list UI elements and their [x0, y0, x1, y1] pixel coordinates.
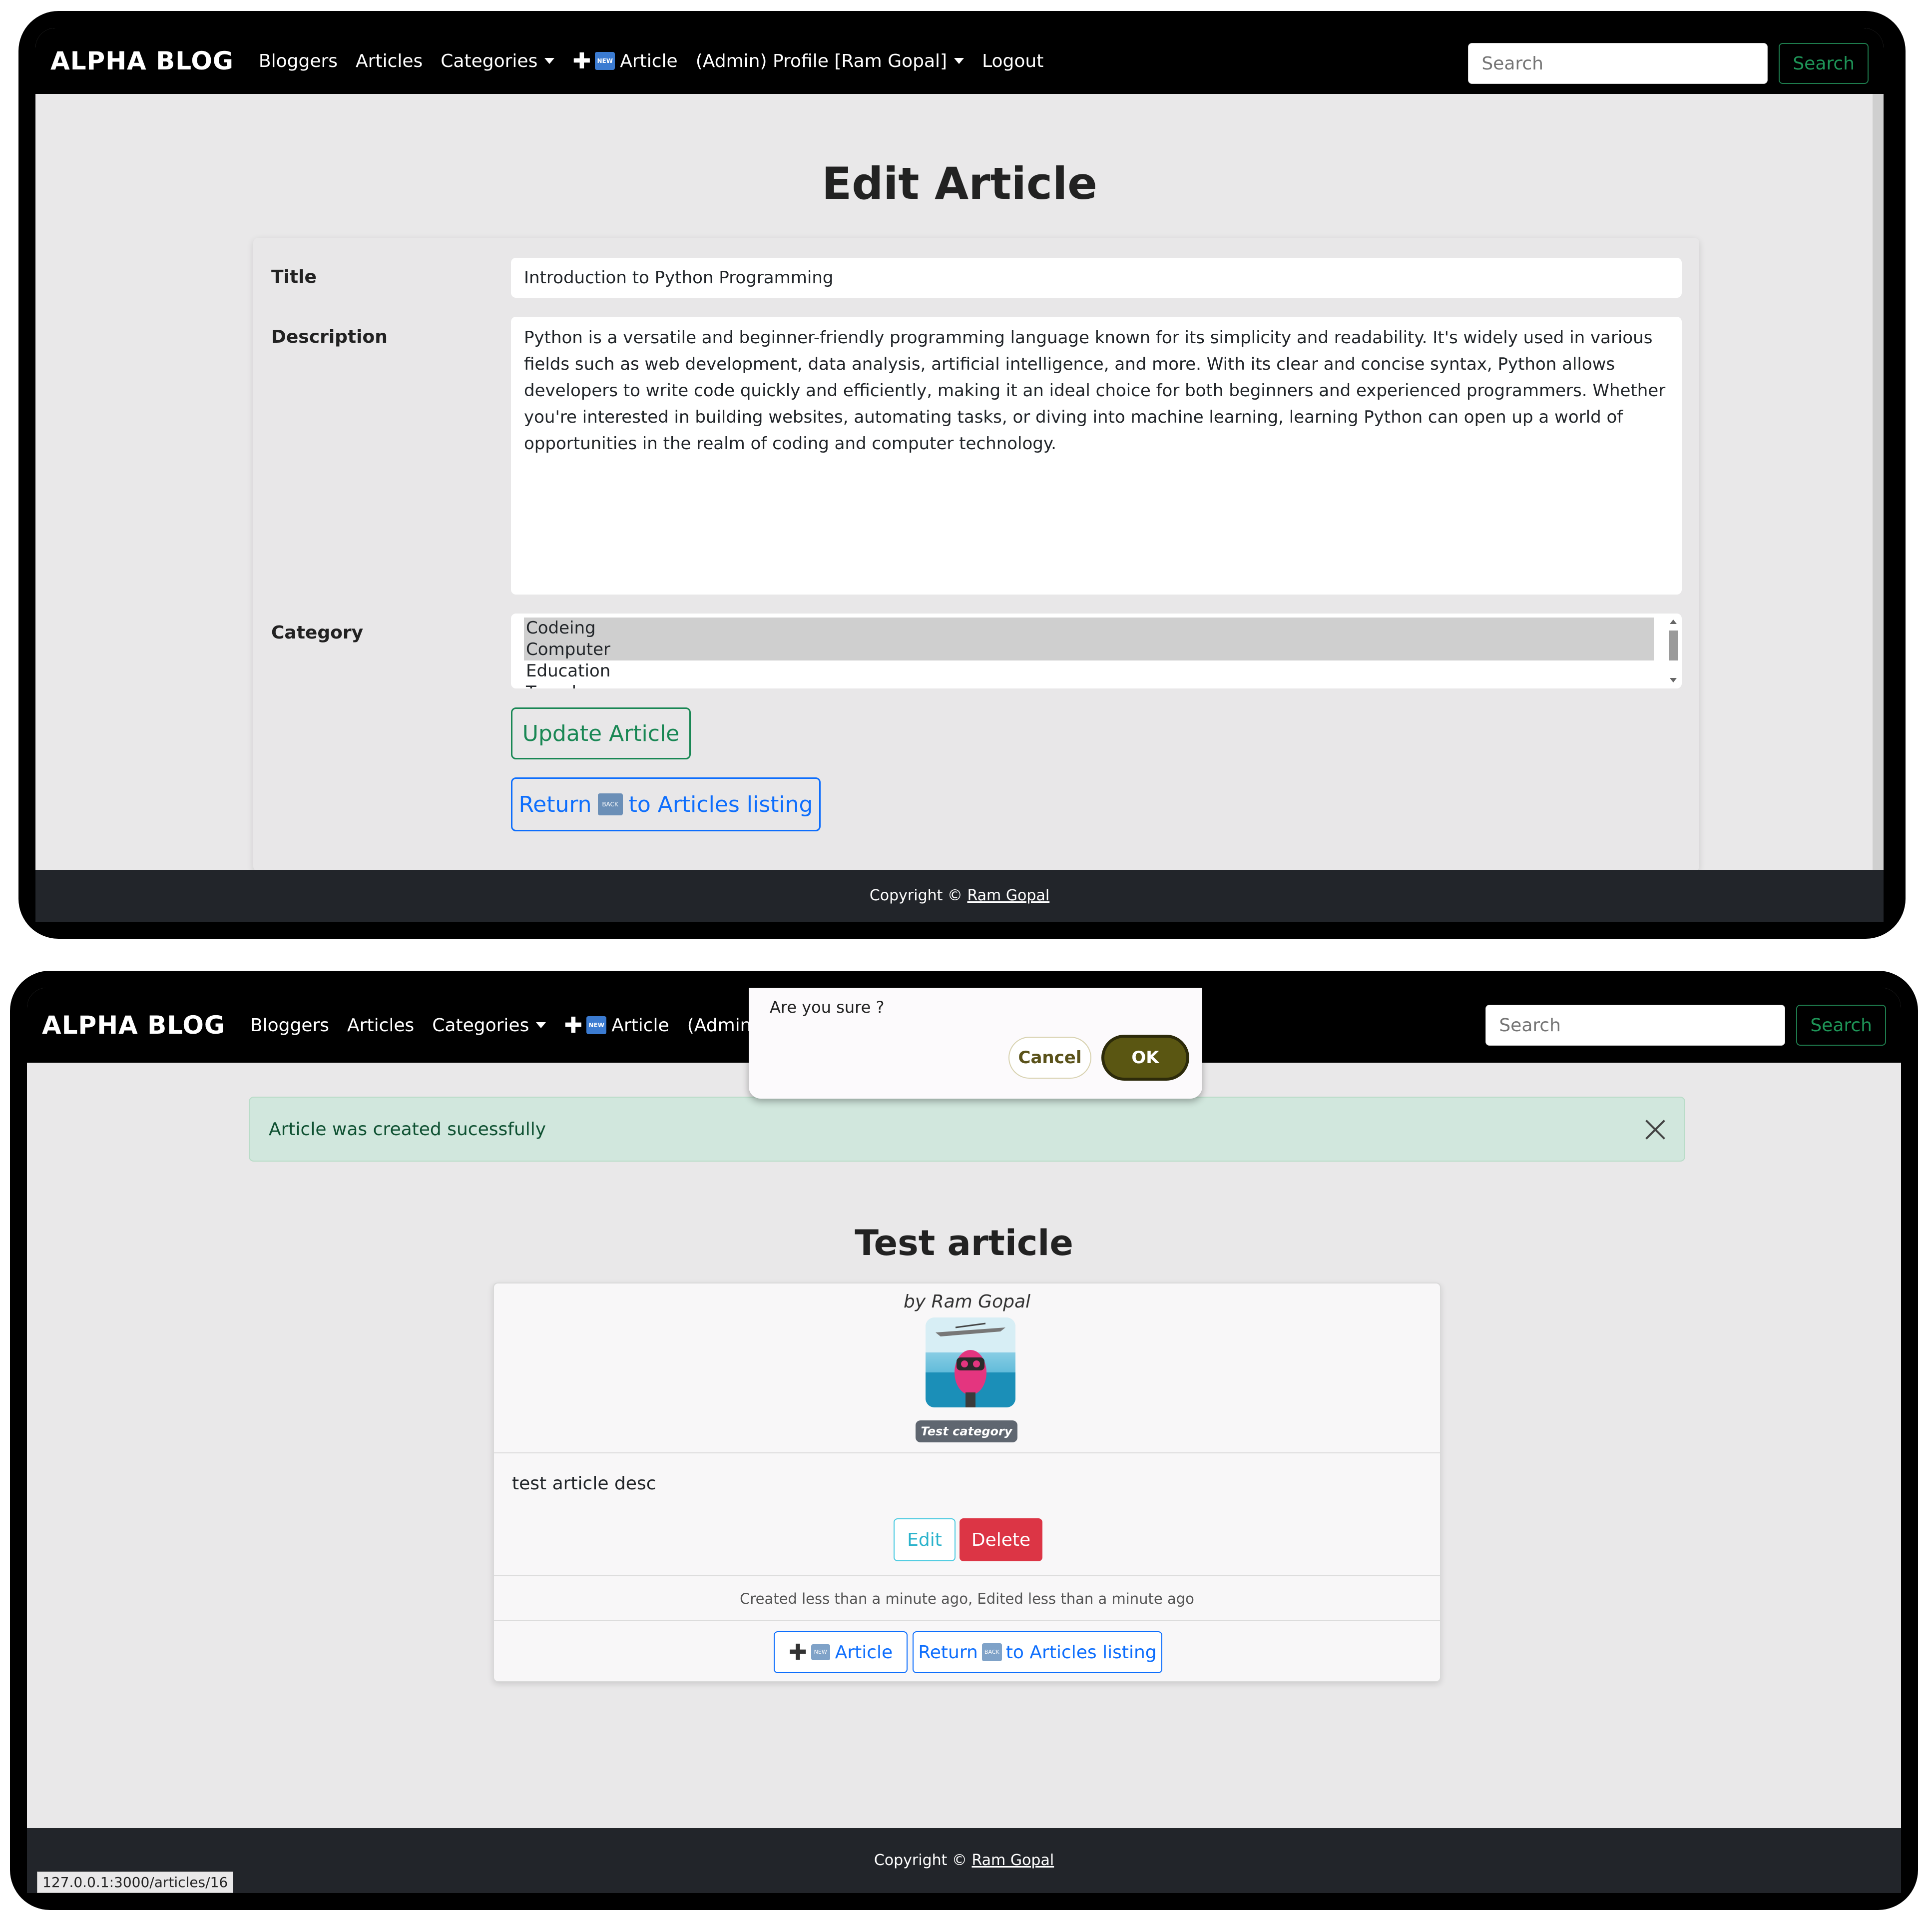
- page-scrollbar[interactable]: [1873, 94, 1884, 906]
- nav-new-article-label: Article: [620, 50, 678, 71]
- alert-message: Article was created sucessfully: [269, 1119, 546, 1140]
- edit-article-window: ALPHA BLOG Bloggers Articles Categories …: [18, 11, 1906, 939]
- show-article-window: ALPHA BLOG Bloggers Articles Categories …: [10, 971, 1918, 1910]
- status-bar-url: 127.0.0.1:3000/articles/16: [37, 1872, 234, 1893]
- new-icon: NEW: [586, 1016, 607, 1034]
- return-to-articles-button[interactable]: Return BACK to Articles listing: [913, 1631, 1162, 1673]
- nav-logout[interactable]: Logout: [982, 51, 1043, 71]
- update-article-button[interactable]: Update Article: [511, 707, 691, 759]
- footer: Copyright © Ram Gopal: [35, 870, 1884, 922]
- category-option[interactable]: Computer: [524, 639, 1654, 660]
- footer: Copyright © Ram Gopal: [27, 1828, 1901, 1893]
- footer-copyright: Copyright ©: [869, 887, 963, 904]
- search-button[interactable]: Search: [1779, 43, 1869, 84]
- brand-logo[interactable]: ALPHA BLOG: [42, 1011, 225, 1040]
- category-badge[interactable]: Test category: [916, 1420, 1017, 1442]
- category-option[interactable]: Travel: [524, 682, 1669, 688]
- card-body: test article desc Edit Delete: [494, 1453, 1440, 1576]
- nav-categories-label: Categories: [441, 50, 538, 71]
- edit-article-screen: ALPHA BLOG Bloggers Articles Categories …: [35, 28, 1884, 922]
- chevron-down-icon: [954, 58, 965, 64]
- ok-button[interactable]: OK: [1101, 1035, 1189, 1081]
- footer-copyright: Copyright ©: [874, 1852, 967, 1869]
- return-to-articles-button[interactable]: Return BACK to Articles listing: [511, 777, 821, 831]
- nav-new-article-label: Article: [611, 1015, 669, 1036]
- card-actions: ✚ NEW Article Return BACK to Articles li…: [494, 1621, 1440, 1683]
- navbar: ALPHA BLOG Bloggers Articles Categories …: [35, 28, 1884, 94]
- search-button[interactable]: Search: [1796, 1005, 1886, 1046]
- search-form: Search: [1468, 43, 1869, 84]
- plus-icon: ✚: [564, 1012, 583, 1038]
- category-label: Category: [271, 623, 364, 643]
- footer-author-link[interactable]: Ram Gopal: [967, 887, 1049, 904]
- plus-icon: ✚: [788, 1639, 807, 1665]
- title-input[interactable]: Introduction to Python Programming: [511, 258, 1682, 298]
- show-article-screen: ALPHA BLOG Bloggers Articles Categories …: [27, 988, 1901, 1893]
- return-label: Return: [518, 791, 592, 817]
- chevron-down-icon: [544, 58, 555, 64]
- new-article-button[interactable]: ✚ NEW Article: [774, 1631, 908, 1673]
- nav-articles[interactable]: Articles: [347, 1015, 414, 1036]
- cancel-button[interactable]: Cancel: [1008, 1037, 1091, 1079]
- nav-profile-label: (Admin) Profile [Ram Gopal]: [695, 50, 948, 71]
- nav-bloggers[interactable]: Bloggers: [250, 1015, 329, 1036]
- edit-article-form: Title Introduction to Python Programming…: [253, 238, 1699, 871]
- title-label: Title: [271, 267, 317, 287]
- article-card: by Ram Gopal Test category test article …: [493, 1283, 1441, 1682]
- nav-new-article[interactable]: ✚ NEW Article: [564, 1013, 669, 1038]
- search-input[interactable]: [1485, 1005, 1786, 1046]
- return-suffix: to Articles listing: [628, 791, 813, 817]
- footer-author-link[interactable]: Ram Gopal: [971, 1852, 1054, 1869]
- category-scrollbar[interactable]: [1668, 619, 1679, 683]
- nav-articles[interactable]: Articles: [356, 51, 423, 71]
- new-article-label: Article: [835, 1642, 893, 1663]
- category-option[interactable]: Codeing: [524, 618, 1654, 639]
- scroll-thumb[interactable]: [1669, 631, 1678, 660]
- new-icon: NEW: [595, 52, 615, 70]
- nav-new-article[interactable]: ✚ NEW Article: [572, 48, 677, 74]
- nav-profile-dropdown[interactable]: (Admin) Profile [Ram Gopal]: [695, 50, 965, 71]
- byline[interactable]: by Ram Gopal: [494, 1291, 1440, 1312]
- search-input[interactable]: [1468, 43, 1768, 84]
- confirm-dialog: Are you sure ? Cancel OK: [749, 988, 1202, 1099]
- close-icon[interactable]: [1641, 1116, 1669, 1144]
- back-icon: BACK: [597, 793, 623, 815]
- card-header: by Ram Gopal Test category: [494, 1283, 1440, 1453]
- nav-categories-dropdown[interactable]: Categories: [432, 1015, 546, 1036]
- plus-icon: ✚: [572, 48, 591, 74]
- nav-categories-dropdown[interactable]: Categories: [441, 50, 555, 71]
- edit-button[interactable]: Edit: [894, 1518, 956, 1561]
- confirm-message: Are you sure ?: [770, 998, 885, 1017]
- article-timestamps: Created less than a minute ago, Edited l…: [494, 1576, 1440, 1621]
- article-title: Test article: [855, 1223, 1073, 1264]
- return-suffix: to Articles listing: [1005, 1642, 1157, 1663]
- scroll-down-icon[interactable]: [1670, 678, 1677, 682]
- page-title: Edit Article: [822, 158, 1097, 209]
- description-label: Description: [271, 327, 388, 347]
- scroll-up-icon[interactable]: [1670, 620, 1677, 624]
- success-alert: Article was created sucessfully: [249, 1097, 1685, 1162]
- avatar[interactable]: [926, 1317, 1015, 1407]
- search-form: Search: [1485, 1005, 1886, 1046]
- nav-categories-label: Categories: [432, 1015, 529, 1036]
- chevron-down-icon: [536, 1022, 546, 1028]
- avatar-robot: [926, 1317, 1015, 1407]
- new-icon: NEW: [811, 1644, 830, 1660]
- nav-bloggers[interactable]: Bloggers: [259, 51, 338, 71]
- back-icon: BACK: [981, 1643, 1002, 1661]
- category-multiselect[interactable]: Codeing Computer Education Travel: [511, 614, 1682, 688]
- article-description: test article desc: [512, 1473, 656, 1494]
- return-label: Return: [918, 1642, 978, 1663]
- brand-logo[interactable]: ALPHA BLOG: [50, 46, 234, 75]
- category-option[interactable]: Education: [524, 660, 1669, 682]
- delete-button[interactable]: Delete: [960, 1518, 1042, 1561]
- description-textarea[interactable]: Python is a versatile and beginner-frien…: [511, 317, 1682, 595]
